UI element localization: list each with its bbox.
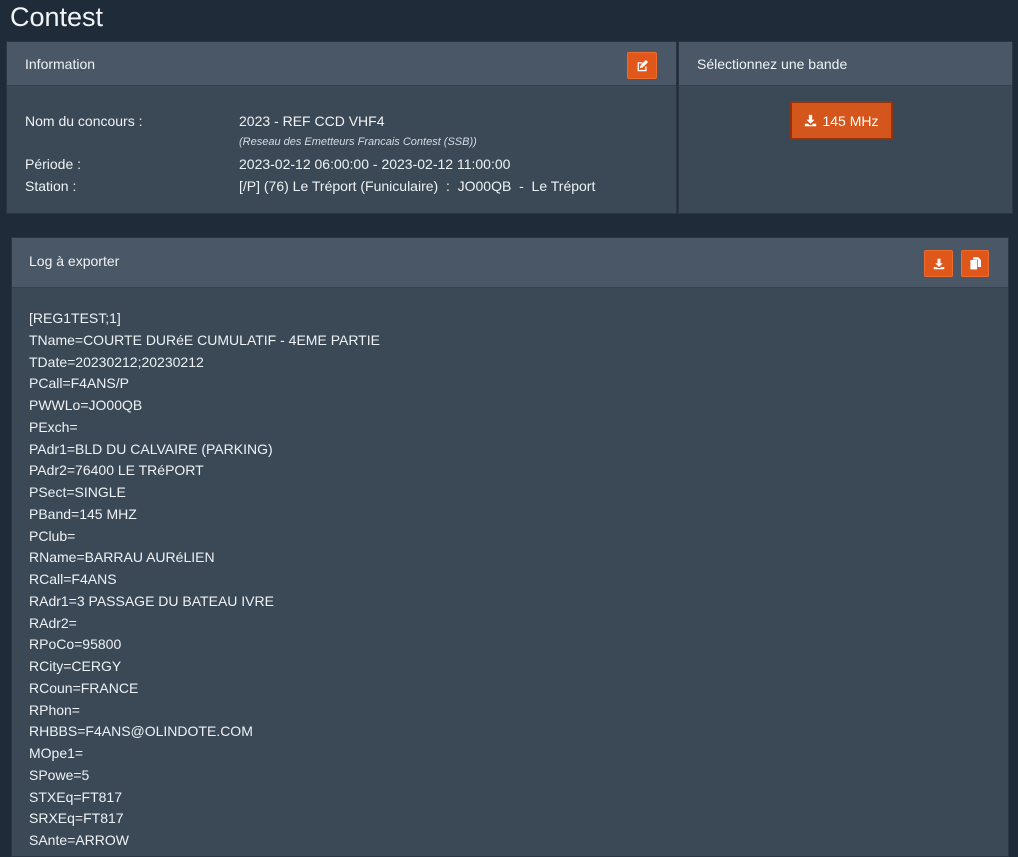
log-line: SPowe=5	[29, 766, 90, 783]
log-line: PCall=F4ANS/P	[29, 375, 129, 392]
log-line: PAdr1=BLD DU CALVAIRE (PARKING)	[29, 440, 273, 457]
log-line: RHBBS=F4ANS@OLINDOTE.COM	[29, 723, 253, 740]
copy-icon	[969, 257, 981, 270]
information-title: Information	[25, 56, 96, 72]
log-line: PSect=SINGLE	[29, 484, 126, 500]
copy-log-button[interactable]	[961, 250, 989, 277]
log-line: PClub=	[29, 527, 76, 544]
log-line: RName=BARRAU AURéLIEN	[29, 549, 215, 566]
page-title: Contest	[10, 2, 104, 32]
band-145-button[interactable]: 145 MHz	[790, 101, 893, 140]
edit-button[interactable]	[627, 52, 657, 79]
log-line: TName=COURTE DURéE CUMULATIF - 4EME PART…	[29, 331, 380, 348]
band-selection-header: Sélectionnez une bande	[679, 42, 1012, 86]
log-text: [REG1TEST;1] TName=COURTE DURéE CUMULATIF…	[29, 308, 380, 852]
log-line: SRXEq=FT817	[29, 810, 124, 827]
log-export-title: Log à exporter	[29, 253, 120, 269]
download-icon	[805, 114, 817, 127]
band-selection-title: Sélectionnez une bande	[697, 56, 848, 72]
log-line: RCall=F4ANS	[29, 571, 117, 587]
contest-name-label: Nom du concours :	[25, 113, 143, 129]
period-label: Période :	[25, 156, 82, 172]
log-line: RCoun=FRANCE	[29, 679, 139, 696]
log-line: RPhon=	[29, 701, 80, 718]
log-export-panel: Log à exporter [REG1TEST;1] TName=COURTE …	[11, 237, 1009, 857]
contest-name-note: (Reseau des Emetteurs Francais Contest (…	[239, 136, 477, 148]
log-line: RPoCo=95800	[29, 636, 122, 653]
log-line: [REG1TEST;1]	[29, 310, 121, 326]
edit-icon	[637, 59, 648, 72]
log-line: PExch=	[29, 418, 78, 435]
band-button-label: 145 MHz	[822, 112, 879, 129]
download-log-button[interactable]	[924, 250, 953, 277]
log-line: RCity=CERGY	[29, 658, 122, 674]
station-value: [/P] (76) Le Tréport (Funiculaire) : JO0…	[239, 178, 596, 194]
log-line: RAdr1=3 PASSAGE DU BATEAU IVRE	[29, 592, 274, 609]
log-line: SAnte=ARROW	[29, 832, 129, 848]
log-line: PBand=145 MHZ	[29, 505, 137, 522]
contest-name-value: 2023 - REF CCD VHF4	[239, 113, 385, 129]
log-export-header: Log à exporter	[12, 238, 1008, 288]
log-line: PAdr2=76400 LE TRéPORT	[29, 462, 204, 479]
information-panel: Information Nom du concours : 2023 - REF…	[6, 41, 677, 214]
log-line: MOpe1=	[29, 745, 84, 761]
log-line: STXEq=FT817	[29, 788, 122, 805]
log-line: TDate=20230212;20230212	[29, 353, 204, 370]
station-label: Station :	[25, 178, 77, 194]
log-line: PWWLo=JO00QB	[29, 397, 143, 413]
log-line: RAdr2=	[29, 614, 77, 631]
period-value: 2023-02-12 06:00:00 - 2023-02-12 11:00:0…	[239, 156, 511, 172]
information-panel-header: Information	[7, 42, 676, 86]
band-selection-panel: Sélectionnez une bande 145 MHz	[678, 41, 1013, 214]
download-icon	[933, 258, 944, 269]
